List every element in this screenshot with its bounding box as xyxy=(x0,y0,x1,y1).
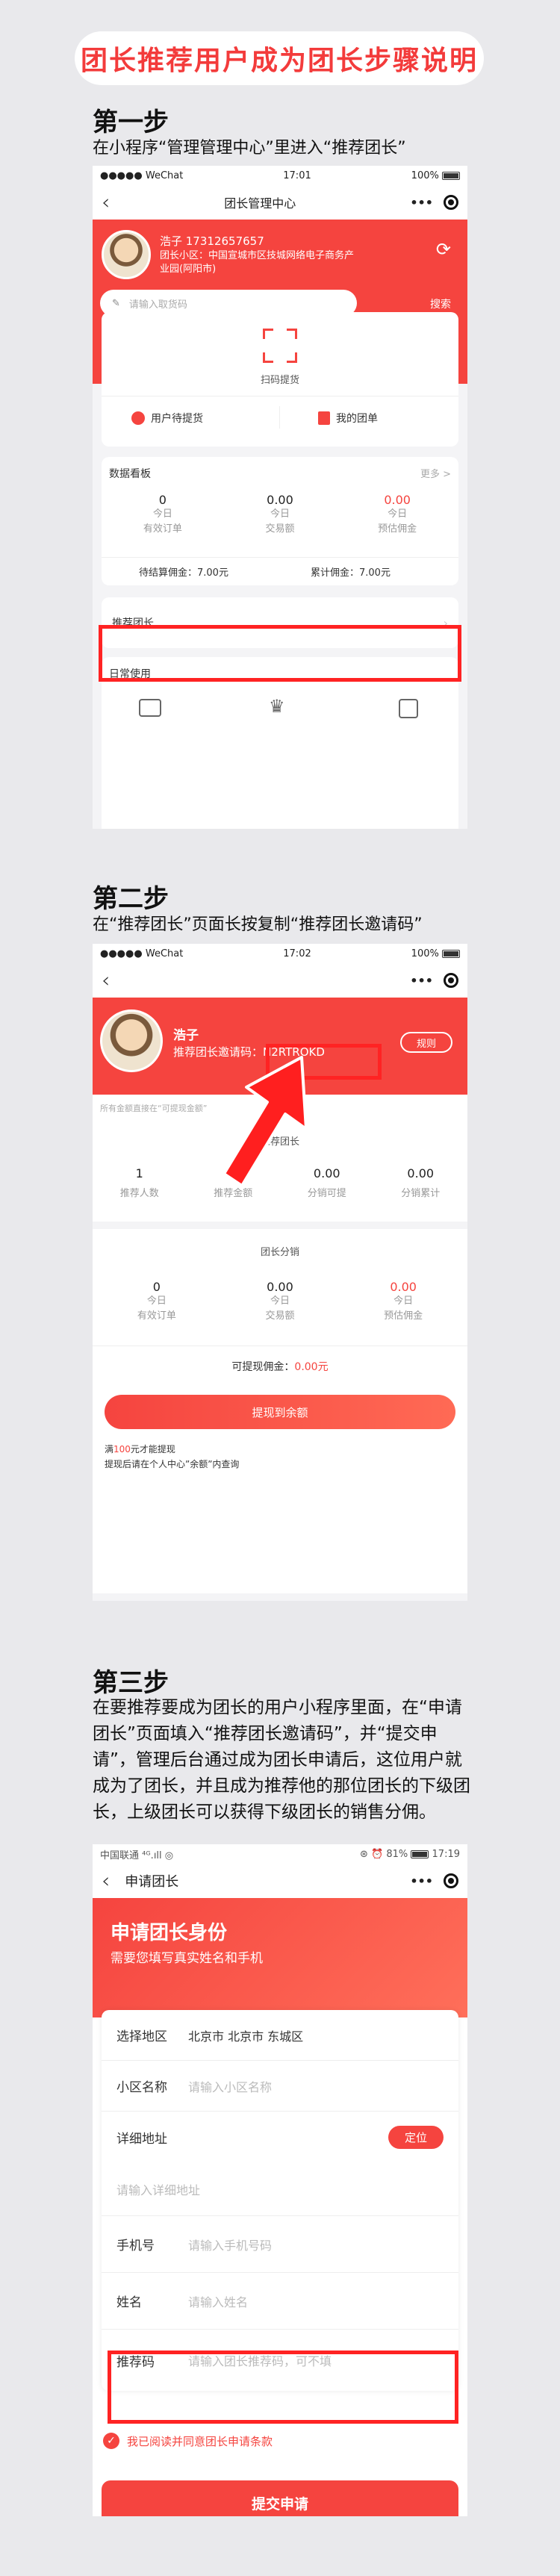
more-link[interactable]: 更多 > xyxy=(420,466,451,480)
list-icon xyxy=(318,411,330,425)
withdrawable-commission: 可提现佣金：0.00元 xyxy=(231,1361,329,1373)
banner-subtitle: 需要您填写真实姓名和手机 xyxy=(111,1951,263,1966)
step2-phone: ●●●●● WeChat 17:02 100% ‹ ••• 浩子 推荐团长邀请码… xyxy=(93,944,467,1601)
battery-icon xyxy=(441,171,460,180)
scan-icon[interactable] xyxy=(263,329,297,363)
step1-phone: ●●●●● WeChat 17:01 100% ‹ 团长管理中心 ••• 浩子 … xyxy=(93,166,467,829)
step2-description: 在“推荐团长”页面长按复制“推荐团长邀请码” xyxy=(93,915,423,934)
back-icon[interactable]: ‹ xyxy=(102,192,110,213)
step1-description: 在小程序“管理管理中心”里进入“推荐团长” xyxy=(93,139,406,158)
crown-icon[interactable]: ♛ xyxy=(269,696,285,717)
address-row: 详细地址 定位 xyxy=(102,2112,458,2162)
step3-description: 在要推荐要成为团长的用户小程序里面，在“申请团长”页面填入“推荐团长邀请码”，并… xyxy=(93,1698,470,1822)
region-field[interactable]: 选择地区 北京市 北京市 东城区 xyxy=(102,2010,458,2061)
clock-icon xyxy=(131,411,145,425)
community-field[interactable]: 小区名称 请输入小区名称 xyxy=(102,2061,458,2112)
carrier: ●●●●● WeChat xyxy=(100,169,184,181)
back-icon[interactable]: ‹ xyxy=(102,1870,110,1891)
capsule-menu[interactable]: ••• xyxy=(410,973,458,988)
more-dots-icon[interactable]: ••• xyxy=(410,974,433,988)
notice-text: 所有金额直接在“可提现金额” xyxy=(100,1104,208,1113)
nav-bar: ‹ 申请团长 ••• xyxy=(93,1864,467,1898)
community-text: 团长小区：中国宣城市区技城网络电子商务产业园(阿阳市) xyxy=(160,250,355,275)
nav-title: 申请团长 xyxy=(125,1874,179,1890)
status-bar: 中国联通 ⁴ᴳ.ıll ◎ ⊛ ⏰ 81% 17:19 xyxy=(93,1844,467,1864)
rules-button[interactable]: 规则 xyxy=(400,1032,452,1053)
stat-volume: 0.00 今日 交易额 xyxy=(265,1280,295,1322)
stat-volume: 0.00 今日 交易额 xyxy=(265,493,295,535)
red-arrow-icon xyxy=(223,1056,308,1187)
pending-pickup-button[interactable]: 用户待提货 xyxy=(131,411,203,426)
withdraw-tip: 满100元才能提现 xyxy=(105,1444,175,1455)
distribution-section-title: 团长分销 xyxy=(260,1247,299,1258)
pending-commission: 待结算佣金：7.00元 xyxy=(139,567,228,579)
daily-use-card: 日常使用 ♛ xyxy=(102,657,458,829)
pen-icon: ✎ xyxy=(112,297,120,309)
capsule-menu[interactable]: ••• xyxy=(410,195,458,210)
my-orders-button[interactable]: 我的团单 xyxy=(318,411,378,426)
stat-commission: 0.00 今日 预估佣金 xyxy=(384,1280,423,1322)
battery-icon xyxy=(441,949,460,958)
stat-orders: 0 今日 有效订单 xyxy=(137,1280,176,1322)
check-icon: ✓ xyxy=(103,2433,119,2449)
user-name: 浩子 xyxy=(173,1028,199,1043)
apply-banner: 申请团长身份 需要您填写真实姓名和手机 xyxy=(93,1898,467,2017)
step1-heading: 第一步 xyxy=(93,108,169,137)
locate-button[interactable]: 定位 xyxy=(388,2125,444,2149)
clock: 17:01 xyxy=(283,169,311,181)
distribution-stats: 0 今日 有效订单 0.00 今日 交易额 0.00 今日 预估佣金 xyxy=(93,1280,467,1324)
total-commission: 累计佣金：7.00元 xyxy=(311,567,391,579)
back-icon[interactable]: ‹ xyxy=(102,970,110,991)
refresh-icon[interactable]: ⟳ xyxy=(436,239,451,260)
step2-heading: 第二步 xyxy=(93,884,169,914)
step3-heading: 第三步 xyxy=(93,1668,169,1698)
data-board: 数据看板 更多 > 0 今日 有效订单 0.00 今日 交易额 0.00 今日 预估佣金 待… xyxy=(102,457,458,585)
banner-title: 申请团长身份 xyxy=(111,1922,228,1944)
apply-form: 选择地区 北京市 北京市 东城区 小区名称 请输入小区名称 详细地址 定位 请输入详细… xyxy=(102,2010,458,2391)
scan-card: 扫码提货 用户待提货 我的团单 xyxy=(102,312,458,447)
highlight-recommend xyxy=(99,625,461,682)
avatar xyxy=(100,1009,163,1072)
agree-checkbox[interactable]: ✓ 我已阅读并同意团长申请条款 xyxy=(103,2433,273,2449)
user-name-phone: 浩子 17312657657 xyxy=(160,234,264,248)
page-title: 团长推荐用户成为团长步骤说明 xyxy=(75,31,484,85)
close-target-icon[interactable] xyxy=(444,1873,458,1888)
doc-icon[interactable] xyxy=(399,699,418,718)
nav-title: 团长管理中心 xyxy=(224,196,296,211)
battery-icon xyxy=(411,1849,429,1858)
nav-bar: ‹ 团长管理中心 ••• xyxy=(93,185,467,220)
capsule-menu[interactable]: ••• xyxy=(410,1873,458,1888)
avatar xyxy=(102,230,151,279)
name-field[interactable]: 姓名 请输入姓名 xyxy=(102,2273,458,2330)
stat-orders: 0 今日 有效订单 xyxy=(143,493,182,535)
more-dots-icon[interactable]: ••• xyxy=(410,196,433,210)
stats-row: 0 今日 有效订单 0.00 今日 交易额 0.00 今日 预估佣金 xyxy=(102,493,458,537)
nav-bar: ‹ ••• xyxy=(93,963,467,998)
stat-commission: 0.00 今日 预估佣金 xyxy=(378,493,417,535)
close-target-icon[interactable] xyxy=(444,195,458,210)
stat-referrals: 1 推荐人数 xyxy=(119,1166,159,1199)
stat-accumulated: 0.00 分销累计 xyxy=(401,1166,441,1199)
status-bar: ●●●●● WeChat 17:02 100% xyxy=(93,944,467,963)
close-target-icon[interactable] xyxy=(443,973,458,988)
phone-field[interactable]: 手机号 请输入手机号码 xyxy=(102,2216,458,2273)
more-dots-icon[interactable]: ••• xyxy=(410,1874,433,1888)
bag-icon[interactable] xyxy=(139,699,161,717)
battery: 100% xyxy=(411,170,460,181)
address-input[interactable]: 请输入详细地址 xyxy=(102,2162,458,2216)
status-bar: ●●●●● WeChat 17:01 100% xyxy=(93,166,467,185)
withdraw-tip-2: 提现后请在个人中心”余额”内查询 xyxy=(105,1459,240,1469)
scan-label[interactable]: 扫码提货 xyxy=(102,372,458,386)
search-button[interactable]: 搜索 xyxy=(430,296,451,311)
highlight-referral-code xyxy=(108,2351,458,2424)
withdraw-button[interactable]: 提现到余额 xyxy=(105,1395,455,1429)
board-title: 数据看板 xyxy=(109,468,151,480)
submit-button[interactable]: 提交申请 xyxy=(102,2480,458,2516)
